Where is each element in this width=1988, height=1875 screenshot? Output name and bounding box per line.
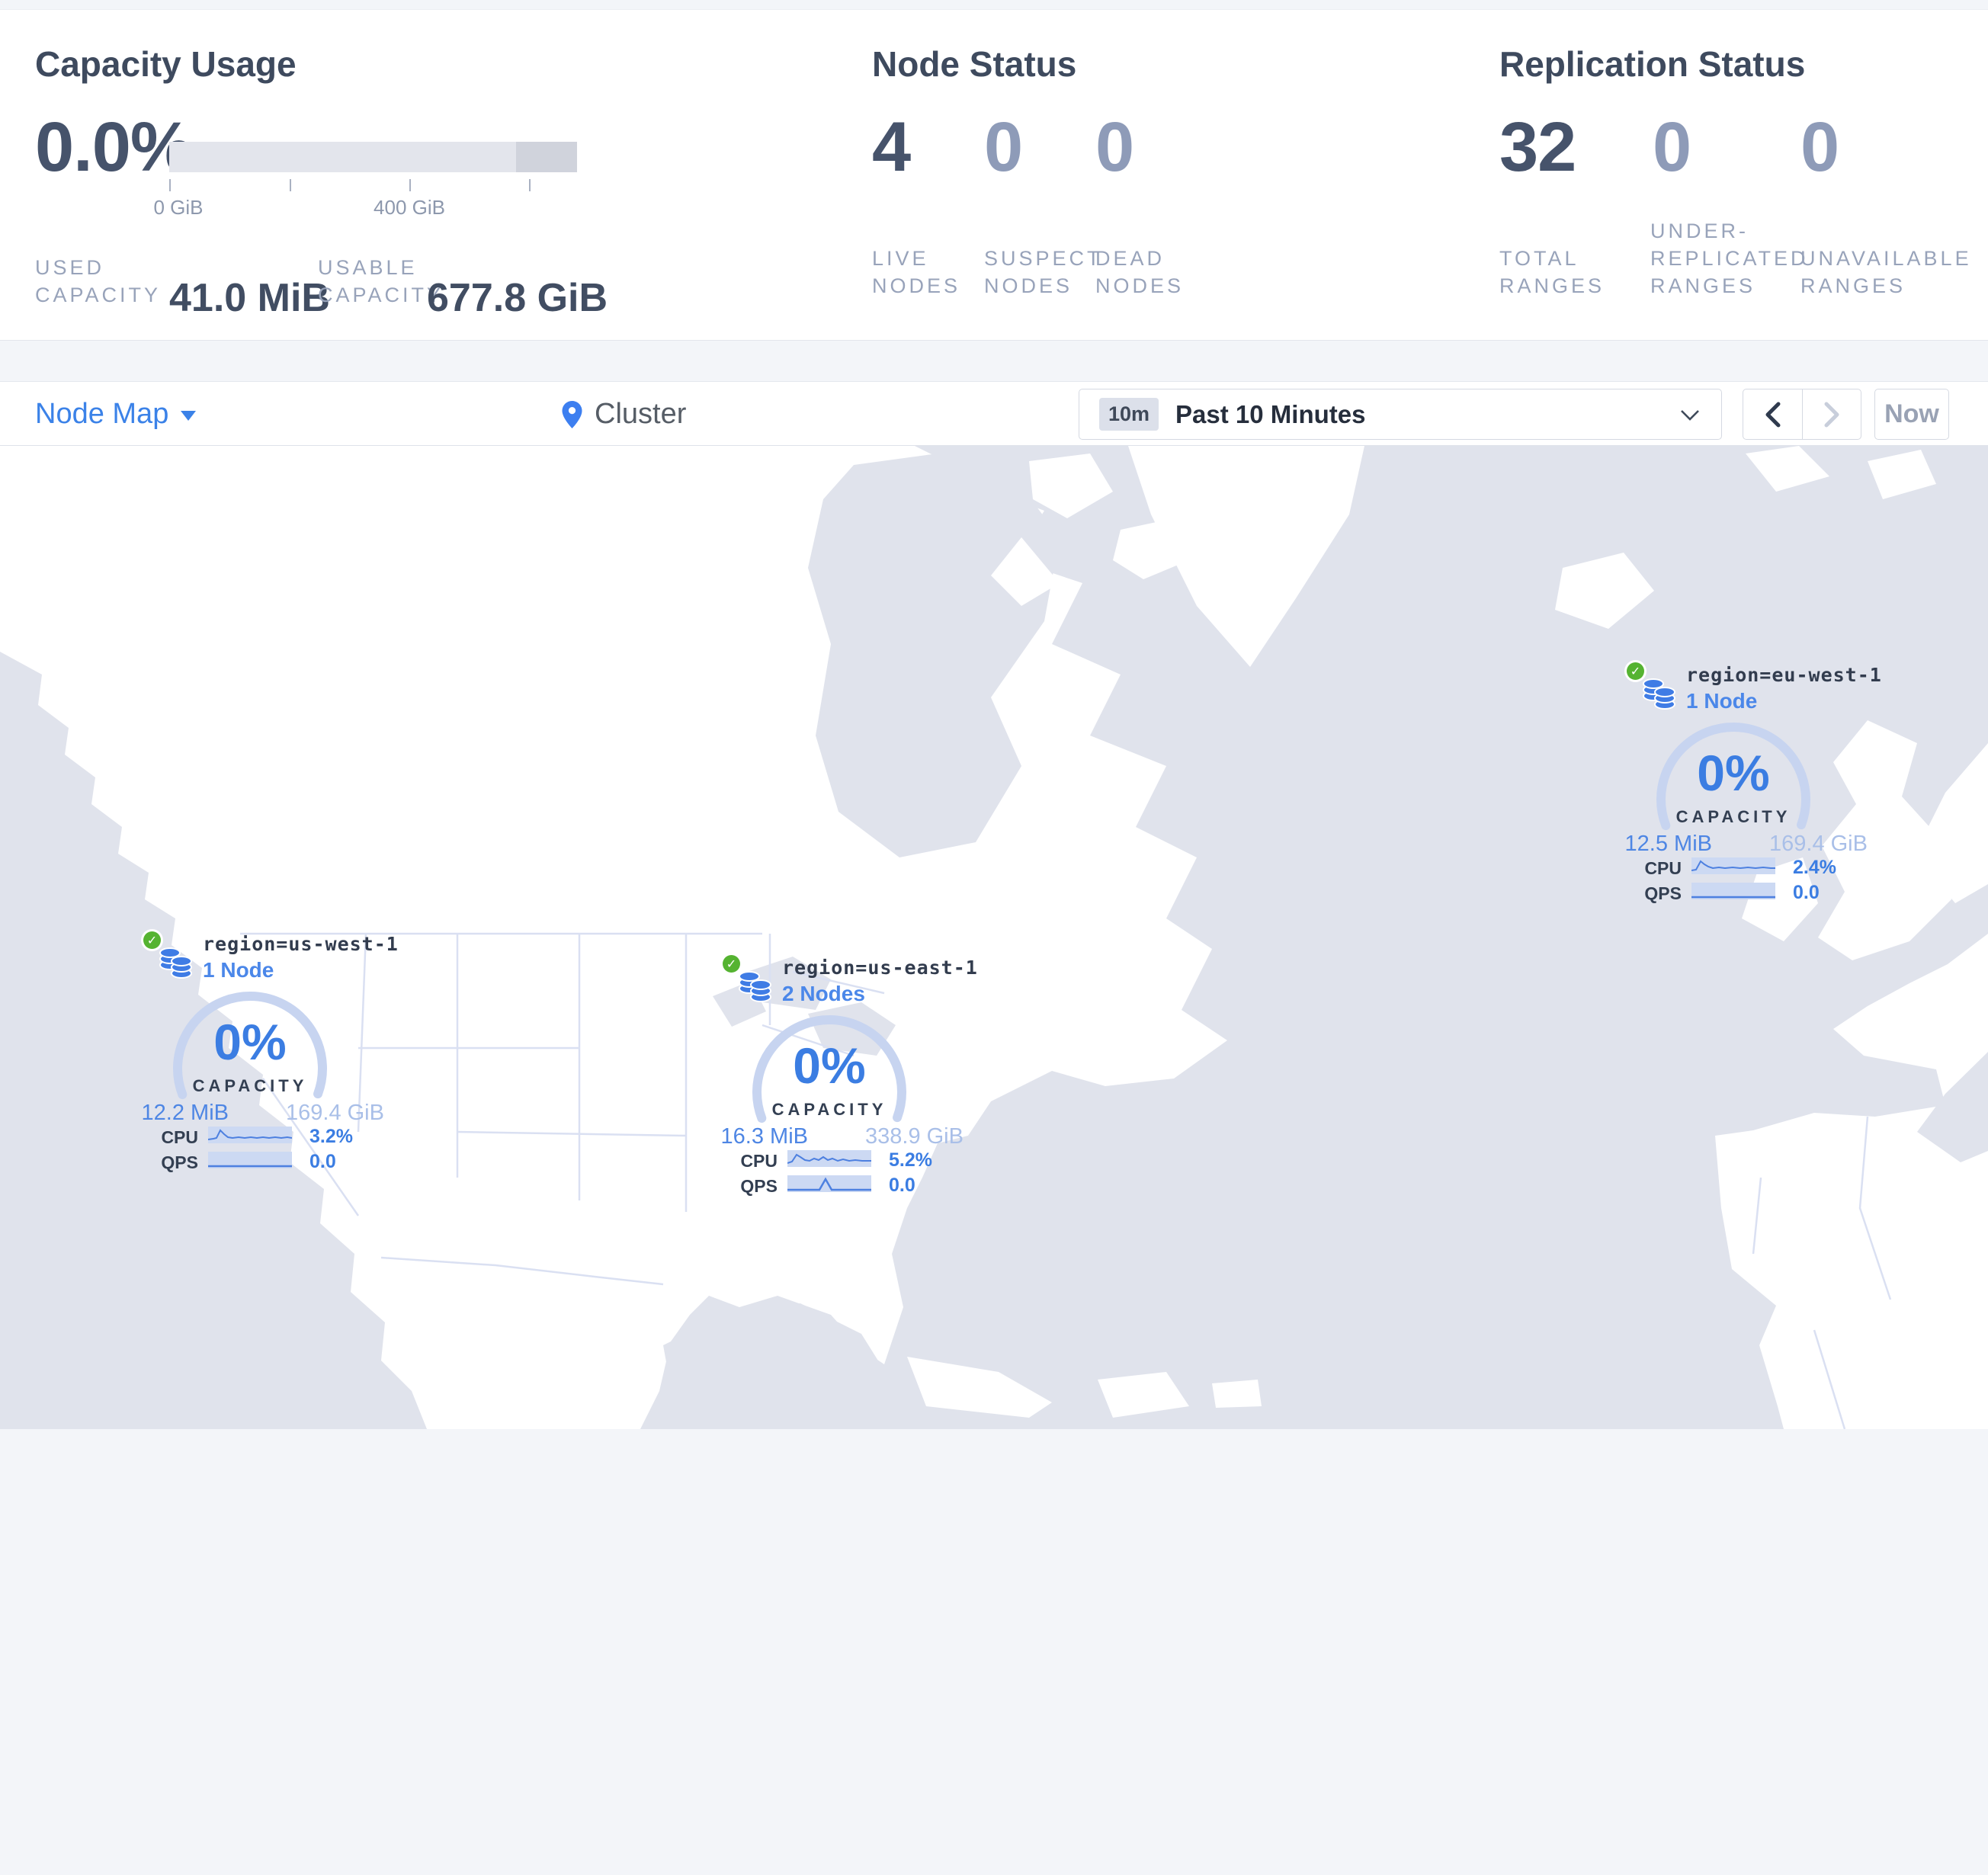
map-toolbar: Node Map Cluster 10m Past 10 Minutes Now [0, 381, 1988, 446]
region-usable-capacity: 169.4 GiB [286, 1101, 384, 1125]
live-nodes-label: LIVE NODES [872, 247, 961, 297]
map-pin-icon [562, 400, 582, 428]
node-map[interactable]: ✓ region=us-west-1 1 Node 0% CAPACITY 12… [0, 446, 1988, 1875]
capacity-usage-title: Capacity Usage [35, 44, 297, 84]
cpu-label: CPU [161, 1127, 198, 1147]
region-used-capacity: 16.3 MiB [720, 1124, 808, 1149]
unavailable-ranges-label: UNAVAILABLE RANGES [1800, 247, 1972, 297]
cpu-value: 2.4% [1793, 857, 1836, 878]
region-node-count: 2 Nodes [782, 982, 865, 1005]
database-icon [159, 947, 192, 979]
qps-sparkline [1691, 883, 1775, 899]
region-marker-us-east-1[interactable]: ✓ region=us-east-1 2 Nodes 0% CAPACITY 1… [662, 944, 997, 1248]
qps-value: 0.0 [1793, 882, 1820, 903]
dead-nodes-label: DEAD NODES [1095, 247, 1185, 297]
capacity-label: CAPACITY [1675, 807, 1791, 826]
region-used-capacity: 12.5 MiB [1624, 832, 1712, 856]
used-capacity-label: USED CAPACITY [35, 256, 162, 306]
qps-value: 0.0 [889, 1175, 915, 1196]
region-name: region=us-west-1 [203, 933, 399, 955]
used-capacity-value: 41.0 MiB [169, 276, 330, 320]
cpu-sparkline [208, 1127, 292, 1143]
under-replicated-ranges-count: 0 [1653, 108, 1691, 186]
capacity-axis-label-0: 0 GiB [153, 196, 204, 219]
qps-label: QPS [161, 1152, 198, 1172]
capacity-used-percent: 0.0% [35, 108, 193, 186]
qps-value: 0.0 [309, 1151, 336, 1172]
capacity-axis-tick [409, 179, 411, 191]
replication-status-title: Replication Status [1499, 44, 1806, 84]
cpu-sparkline [787, 1150, 871, 1167]
capacity-bar-reserved-segment [516, 142, 577, 172]
region-name: region=us-east-1 [782, 957, 978, 979]
time-range-label: Past 10 Minutes [1175, 399, 1366, 428]
cpu-value: 5.2% [889, 1149, 932, 1171]
capacity-axis-tick [290, 179, 291, 191]
qps-sparkline [208, 1152, 292, 1168]
chevron-down-icon [1681, 410, 1699, 421]
cpu-label: CPU [740, 1151, 778, 1171]
region-usable-capacity: 169.4 GiB [1769, 832, 1868, 856]
region-node-count: 1 Node [1686, 689, 1758, 713]
node-status-title: Node Status [872, 44, 1077, 84]
time-step-forward-button[interactable] [1802, 389, 1861, 439]
page-footer-strip [0, 1864, 1988, 1875]
region-marker-us-west-1[interactable]: ✓ region=us-west-1 1 Node 0% CAPACITY 12… [82, 920, 418, 1225]
chevron-right-icon [1824, 402, 1839, 427]
breadcrumb-label: Cluster [595, 398, 687, 430]
region-used-capacity: 12.2 MiB [141, 1101, 229, 1125]
cpu-label: CPU [1644, 858, 1682, 878]
dead-nodes-count: 0 [1095, 108, 1134, 186]
region-capacity-percent: 0% [1697, 745, 1770, 801]
cpu-sparkline [1691, 857, 1775, 874]
time-range-badge: 10m [1099, 398, 1159, 431]
time-step-back-button[interactable] [1743, 389, 1802, 439]
island-small [1212, 1380, 1262, 1408]
region-marker-eu-west-1[interactable]: ✓ region=eu-west-1 1 Node 0% CAPACITY 12… [1566, 651, 1901, 956]
capacity-axis-tick [169, 179, 171, 191]
capacity-axis-label-400: 400 GiB [374, 196, 445, 219]
region-capacity-percent: 0% [213, 1014, 287, 1070]
database-icon [1643, 678, 1675, 710]
view-selector-label: Node Map [35, 398, 169, 430]
suspect-nodes-label: SUSPECT NODES [984, 247, 1103, 297]
region-name: region=eu-west-1 [1686, 664, 1882, 686]
chevron-down-icon [181, 411, 197, 421]
region-usable-capacity: 338.9 GiB [865, 1124, 964, 1149]
qps-label: QPS [740, 1176, 778, 1196]
total-ranges-label: TOTAL RANGES [1499, 247, 1605, 297]
cluster-overview-panel: Capacity Usage 0.0% 0 GiB 400 GiB USED C… [0, 9, 1988, 341]
capacity-bar [169, 142, 577, 172]
breadcrumb[interactable]: Cluster [562, 382, 686, 447]
suspect-nodes-count: 0 [984, 108, 1023, 186]
qps-sparkline [787, 1175, 871, 1192]
now-button[interactable]: Now [1874, 389, 1949, 440]
capacity-axis-tick [529, 179, 531, 191]
cpu-value: 3.2% [309, 1126, 353, 1147]
view-selector-dropdown[interactable]: Node Map [35, 382, 197, 447]
region-node-count: 1 Node [203, 958, 274, 982]
usable-capacity-value: 677.8 GiB [427, 276, 608, 320]
qps-label: QPS [1644, 883, 1682, 903]
live-nodes-count: 4 [872, 108, 911, 186]
database-icon [739, 971, 771, 1002]
capacity-label: CAPACITY [192, 1076, 308, 1095]
under-replicated-ranges-label: UNDER-REPLICATED RANGES [1650, 220, 1809, 297]
total-ranges-count: 32 [1499, 108, 1576, 186]
time-range-dropdown[interactable]: 10m Past 10 Minutes [1079, 389, 1722, 440]
capacity-label: CAPACITY [771, 1100, 887, 1119]
time-step-buttons [1743, 389, 1861, 440]
unavailable-ranges-count: 0 [1800, 108, 1839, 186]
chevron-left-icon [1765, 402, 1780, 427]
region-capacity-percent: 0% [793, 1037, 866, 1094]
